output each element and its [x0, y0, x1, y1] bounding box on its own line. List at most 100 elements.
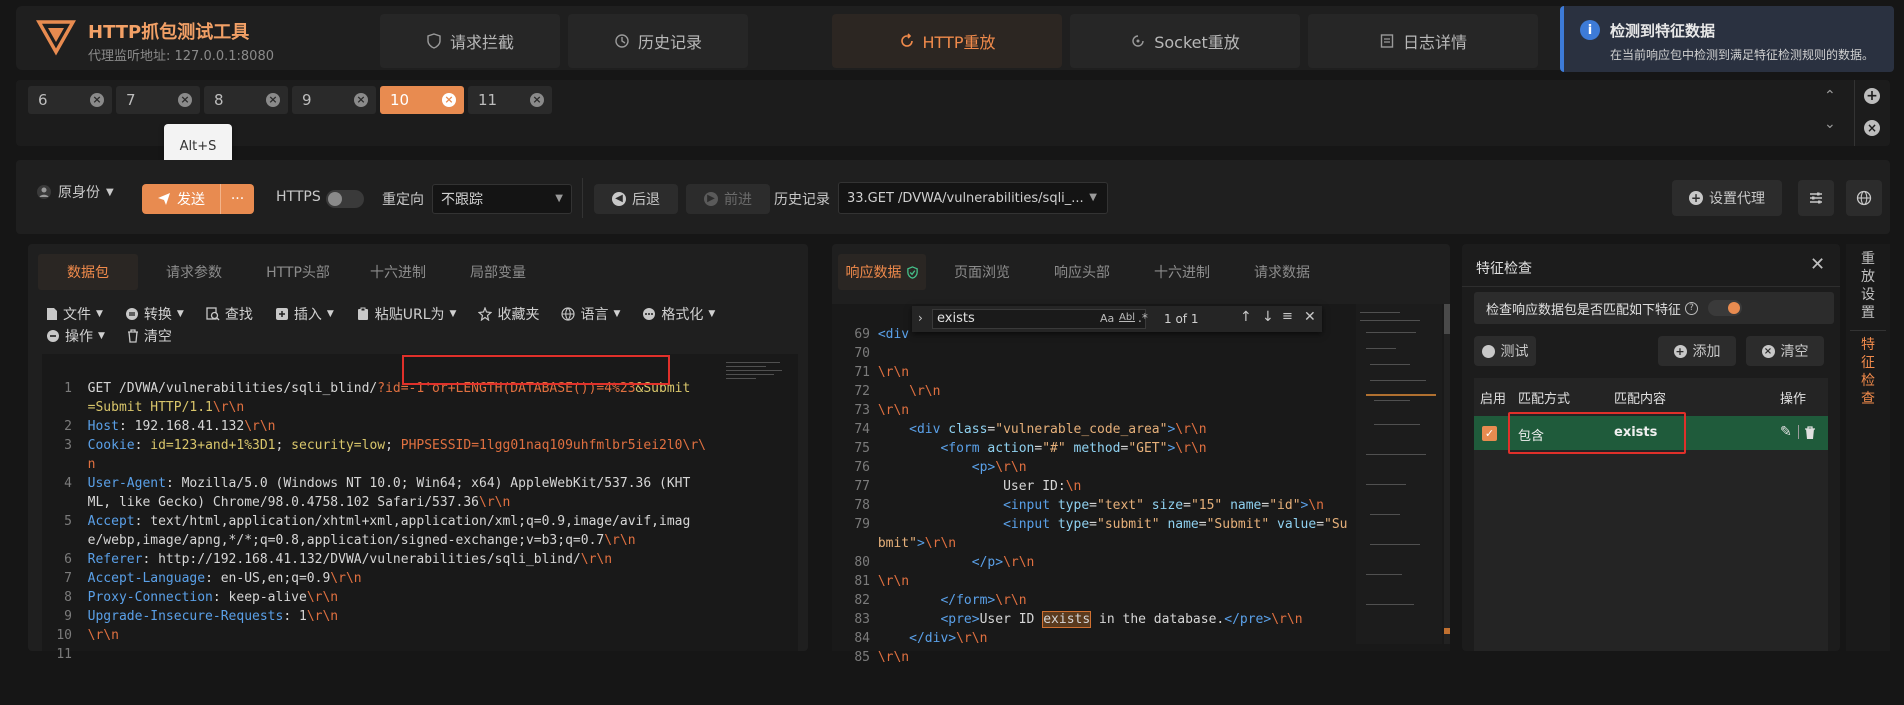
close-icon[interactable]: ✕ — [1304, 309, 1316, 325]
file-icon — [47, 308, 57, 320]
side-tab-replay-settings[interactable]: 重放设置 — [1856, 250, 1880, 322]
session-tab[interactable]: 11 × — [468, 86, 552, 114]
https-toggle[interactable] — [326, 190, 364, 208]
feature-check-panel: 特征检查 ✕ 检查响应数据包是否匹配如下特征 ? 测试 + 添加 × 清空 启用… — [1462, 244, 1840, 651]
redirect-select[interactable]: 不跟踪 ▼ — [432, 184, 572, 214]
paste-url-menu[interactable]: 粘贴URL为 ▼ — [356, 304, 456, 324]
close-all-icon[interactable]: × — [1864, 120, 1880, 136]
file-menu[interactable]: 文件 ▼ — [46, 304, 103, 324]
rule-enabled-checkbox[interactable]: ✓ — [1482, 426, 1497, 441]
format-menu[interactable]: 格式化 ▼ — [642, 304, 715, 324]
sliders-icon — [1810, 192, 1822, 204]
chevron-up-icon[interactable]: ⌃ — [1824, 88, 1836, 104]
test-icon — [1481, 344, 1495, 358]
close-icon[interactable]: × — [266, 93, 280, 107]
verified-shield-icon — [906, 265, 918, 279]
divider — [1854, 80, 1855, 146]
close-icon[interactable]: × — [90, 93, 104, 107]
whole-word-toggle[interactable]: Abl — [1119, 312, 1135, 323]
notification-toast[interactable]: i 检测到特征数据 在当前响应包中检测到满足特征检测规则的数据。 — [1560, 6, 1894, 72]
clear-rules-button[interactable]: × 清空 — [1746, 336, 1824, 366]
tab-local-vars[interactable]: 局部变量 — [448, 254, 548, 290]
request-minimap[interactable] — [726, 360, 786, 390]
forward-button[interactable]: ▶ 前进 — [686, 184, 770, 214]
tab-request-params[interactable]: 请求参数 — [144, 254, 244, 290]
browser-button[interactable] — [1846, 180, 1882, 216]
tab-response-headers[interactable]: 响应头部 — [1032, 254, 1132, 290]
vertical-scrollbar[interactable] — [1444, 304, 1450, 644]
divider — [1462, 286, 1840, 287]
arrow-up-icon[interactable]: ↑ — [1240, 309, 1252, 325]
history-label: 历史记录 — [774, 192, 830, 208]
operate-menu[interactable]: 操作 ▼ — [46, 326, 105, 346]
close-icon[interactable]: ✕ — [1810, 254, 1825, 275]
send-more-button[interactable]: ··· — [221, 184, 254, 214]
tab-request-intercept[interactable]: 请求拦截 — [380, 14, 560, 68]
tab-response-data[interactable]: 响应数据 — [838, 254, 926, 290]
session-tab[interactable]: 7 × — [116, 86, 200, 114]
tab-page-browse[interactable]: 页面浏览 — [932, 254, 1032, 290]
request-editor[interactable]: 1 GET /DVWA/vulnerabilities/sqli_blind/?… — [42, 354, 798, 662]
regex-toggle[interactable]: .* — [1138, 311, 1148, 325]
tab-http-replay[interactable]: HTTP重放 — [832, 14, 1062, 68]
favorites-button[interactable]: 收藏夹 — [478, 304, 539, 324]
match-case-toggle[interactable]: Aa — [1100, 312, 1114, 325]
back-button[interactable]: ◀ 后退 — [594, 184, 678, 214]
side-tab-feature-check[interactable]: 特征检查 — [1856, 336, 1880, 408]
tab-http-headers[interactable]: HTTP头部 — [248, 254, 348, 290]
response-editor[interactable]: 69 <div 70 71 \r\n 72 \r\n 73 \r\n 74 <div cl… — [832, 304, 1450, 665]
table-header: 启用 匹配方式 匹配内容 操作 — [1480, 392, 1807, 407]
proxy-address: 代理监听地址: 127.0.0.1:8080 — [88, 49, 274, 64]
user-icon — [37, 185, 51, 199]
close-icon[interactable]: × — [354, 93, 368, 107]
table-row[interactable]: ✓ 包含 exists ✎ — [1474, 412, 1828, 454]
language-menu[interactable]: 语言 ▼ — [561, 304, 620, 324]
tab-history[interactable]: 历史记录 — [568, 14, 748, 68]
send-icon — [158, 193, 170, 205]
response-minimap[interactable] — [1356, 304, 1442, 644]
history-select[interactable]: 33.GET /DVWA/vulnerabilities/sqli_... ▼ — [838, 182, 1108, 214]
tab-hex[interactable]: 十六进制 — [348, 254, 448, 290]
caret-down-icon: ▼ — [176, 309, 184, 319]
filter-settings-button[interactable] — [1798, 180, 1834, 216]
insert-menu[interactable]: 插入 ▼ — [275, 304, 334, 324]
session-tab[interactable]: 6 × — [28, 86, 112, 114]
session-tab[interactable]: 8 × — [204, 86, 288, 114]
close-icon[interactable]: × — [178, 93, 192, 107]
session-tab[interactable]: 9 × — [292, 86, 376, 114]
tab-packet[interactable]: 数据包 — [38, 254, 138, 290]
globe-icon — [1856, 190, 1872, 206]
add-tab-icon[interactable]: + — [1864, 88, 1880, 104]
tab-socket-replay[interactable]: Socket重放 — [1070, 14, 1300, 68]
close-icon[interactable]: × — [442, 93, 456, 107]
arrow-right-icon: ▶ — [704, 192, 718, 206]
side-tabs: 重放设置 特征检查 — [1846, 244, 1890, 651]
test-button[interactable]: 测试 — [1474, 336, 1536, 366]
arrow-down-icon[interactable]: ↓ — [1262, 309, 1274, 325]
tab-hex[interactable]: 十六进制 — [1132, 254, 1232, 290]
find-in-selection-icon[interactable]: ≡ — [1282, 309, 1293, 324]
rules-table: 启用 匹配方式 匹配内容 操作 ✓ 包含 exists ✎ — [1474, 378, 1828, 651]
proxy-settings-button[interactable]: + 设置代理 — [1672, 180, 1782, 216]
request-actions: 文件 ▼ 转换 ▼ 查找 插入 ▼ 粘贴URL为 ▼ 收藏夹 语言 ▼ 格式化 ▼ — [46, 304, 715, 324]
send-button[interactable]: 发送 — [142, 184, 220, 214]
edit-icon[interactable]: ✎ — [1780, 424, 1792, 440]
clear-button[interactable]: 清空 — [127, 326, 172, 346]
trash-icon[interactable] — [1804, 426, 1816, 440]
tab-request-data[interactable]: 请求数据 — [1232, 254, 1332, 290]
caret-down-icon: ▼ — [613, 309, 621, 319]
operate-icon — [47, 330, 59, 342]
identity-select[interactable]: 原身份 ▼ — [36, 182, 114, 202]
chevron-right-icon[interactable]: › — [918, 311, 923, 325]
caret-down-icon: ▼ — [96, 309, 103, 319]
session-tab-active[interactable]: 10 × — [380, 86, 464, 114]
tab-log-details[interactable]: 日志详情 — [1308, 14, 1538, 68]
feature-check-toggle[interactable] — [1708, 300, 1743, 316]
chevron-down-icon[interactable]: ⌄ — [1824, 116, 1836, 132]
convert-menu[interactable]: 转换 ▼ — [125, 304, 184, 324]
paste-icon — [357, 307, 368, 320]
find-button[interactable]: 查找 — [206, 304, 253, 324]
close-icon[interactable]: × — [530, 93, 544, 107]
caret-down-icon: ▼ — [326, 309, 334, 319]
add-rule-button[interactable]: + 添加 — [1658, 336, 1736, 366]
